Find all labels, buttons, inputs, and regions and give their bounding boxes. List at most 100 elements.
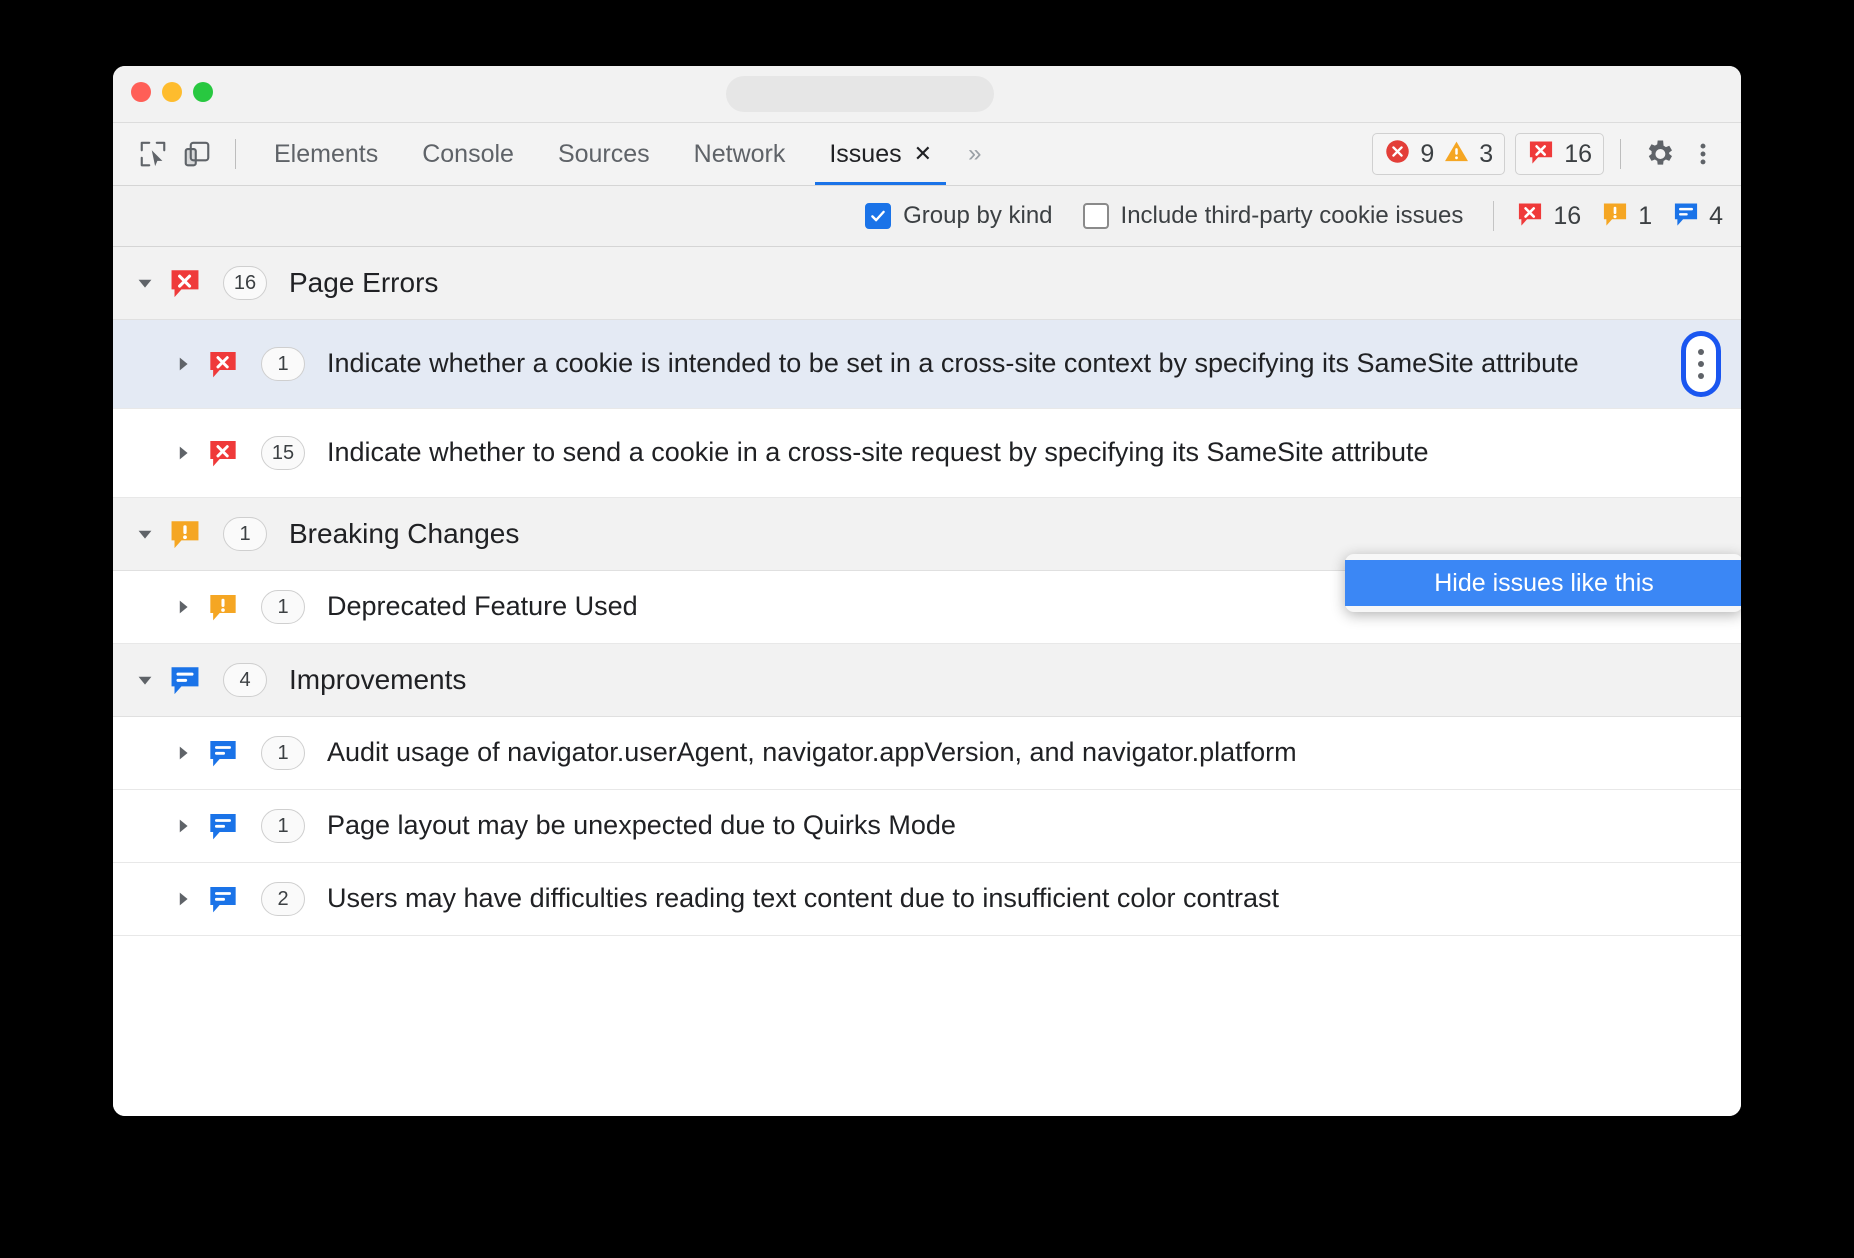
minimize-window-button[interactable] [162, 82, 182, 102]
dot [1698, 349, 1704, 355]
tab-issues[interactable]: Issues ✕ [807, 123, 954, 185]
more-tabs-icon[interactable]: » [954, 140, 993, 168]
filter-divider [1493, 201, 1494, 231]
console-counters[interactable]: 9 3 [1372, 133, 1505, 175]
issue-error-icon [205, 437, 241, 469]
checkbox-box[interactable] [865, 203, 891, 229]
chevron-right-icon[interactable] [169, 815, 197, 837]
issue-group-label: Page Errors [289, 267, 438, 299]
count-value: 1 [1638, 204, 1652, 229]
issue-improvement-icon [1672, 200, 1700, 233]
issue-count-badge: 1 [261, 736, 305, 770]
issue-breaking-icon [167, 517, 203, 551]
issue-count-badge: 1 [223, 517, 267, 551]
error-count: 9 [1420, 142, 1434, 167]
issue-group-label: Improvements [289, 664, 466, 696]
issue-title: Deprecated Feature Used [327, 589, 708, 625]
issue-error-icon [1527, 138, 1555, 171]
issues-counter[interactable]: 16 [1515, 133, 1604, 175]
checkbox-label: Include third-party cookie issues [1121, 202, 1464, 230]
filter-count-improvements[interactable]: 4 [1672, 200, 1723, 233]
issue-improvement-icon [205, 883, 241, 915]
issues-filter-bar: Group by kind Include third-party cookie… [113, 186, 1741, 247]
issue-count-badge: 4 [223, 663, 267, 697]
dot [1698, 361, 1704, 367]
issue-count-badge: 15 [261, 436, 305, 470]
issue-group-page-errors[interactable]: 16 Page Errors [113, 247, 1741, 320]
tab-network[interactable]: Network [672, 123, 808, 185]
checkbox-label: Group by kind [903, 202, 1052, 230]
checkbox-box[interactable] [1083, 203, 1109, 229]
toolbar-divider [235, 139, 236, 169]
issue-row-samesite-cross-site-context[interactable]: 1 Indicate whether a cookie is intended … [113, 320, 1741, 409]
tab-elements[interactable]: Elements [252, 123, 400, 185]
chevron-down-icon[interactable] [131, 669, 159, 691]
dot [1698, 373, 1704, 379]
chevron-down-icon[interactable] [131, 272, 159, 294]
tab-label: Console [422, 140, 514, 169]
issues-list: 16 Page Errors 1 Indicate whether a cook… [113, 247, 1741, 1116]
issue-count-badge: 1 [261, 347, 305, 381]
tab-label: Issues [829, 140, 901, 169]
issue-row-audit-navigator-usage[interactable]: 1 Audit usage of navigator.userAgent, na… [113, 717, 1741, 790]
issue-error-icon [167, 266, 203, 300]
gear-icon[interactable] [1637, 132, 1681, 176]
count-value: 4 [1709, 204, 1723, 229]
issue-row-insufficient-color-contrast[interactable]: 2 Users may have difficulties reading te… [113, 863, 1741, 936]
issue-title: Indicate whether to send a cookie in a c… [327, 435, 1499, 471]
chevron-right-icon[interactable] [169, 742, 197, 764]
warning-count: 3 [1479, 142, 1493, 167]
tab-sources[interactable]: Sources [536, 123, 672, 185]
maximize-window-button[interactable] [193, 82, 213, 102]
chevron-right-icon[interactable] [169, 596, 197, 618]
filter-count-errors[interactable]: 16 [1516, 200, 1581, 233]
issue-improvement-icon [167, 663, 203, 697]
tab-console[interactable]: Console [400, 123, 536, 185]
close-window-button[interactable] [131, 82, 151, 102]
toolbar-divider-2 [1620, 139, 1621, 169]
devtools-tabbar: Elements Console Sources Network Issues … [113, 123, 1741, 186]
menu-item-hide-issues-like-this[interactable]: Hide issues like this [1345, 560, 1741, 606]
issue-count-badge: 1 [261, 809, 305, 843]
warning-triangle-icon [1443, 138, 1470, 170]
issue-group-label: Breaking Changes [289, 518, 519, 550]
issue-error-icon [1516, 200, 1544, 233]
chevron-right-icon[interactable] [169, 442, 197, 464]
titlebar-search-field[interactable] [726, 76, 994, 112]
issue-title: Page layout may be unexpected due to Qui… [327, 808, 1026, 844]
panel-tabs: Elements Console Sources Network Issues … [252, 123, 993, 185]
issue-improvement-icon [205, 810, 241, 842]
device-toolbar-icon[interactable] [175, 132, 219, 176]
issue-row-quirks-mode-layout[interactable]: 1 Page layout may be unexpected due to Q… [113, 790, 1741, 863]
issue-title: Audit usage of navigator.userAgent, navi… [327, 735, 1367, 771]
window-titlebar: DevTools [113, 66, 1741, 123]
issue-improvement-icon [205, 737, 241, 769]
close-icon[interactable]: ✕ [914, 143, 932, 165]
filter-count-breaking[interactable]: 1 [1601, 200, 1652, 233]
kebab-menu-icon[interactable] [1681, 132, 1725, 176]
include-third-party-cookie-issues-checkbox[interactable]: Include third-party cookie issues [1083, 202, 1464, 230]
inspect-element-icon[interactable] [131, 132, 175, 176]
issue-kebab-menu-button[interactable] [1681, 331, 1721, 397]
issue-error-icon [205, 348, 241, 380]
issue-count-badge: 2 [261, 882, 305, 916]
context-menu: Hide issues like this [1345, 554, 1741, 612]
issue-count-badge: 16 [223, 266, 267, 300]
issue-row-samesite-cross-site-request[interactable]: 15 Indicate whether to send a cookie in … [113, 409, 1741, 498]
issue-title: Users may have difficulties reading text… [327, 881, 1349, 917]
tab-label: Network [694, 140, 786, 169]
issue-count-badge: 1 [261, 590, 305, 624]
issue-group-improvements[interactable]: 4 Improvements [113, 644, 1741, 717]
tab-label: Elements [274, 140, 378, 169]
traffic-lights [131, 82, 213, 102]
issue-breaking-icon [205, 591, 241, 623]
issue-breaking-icon [1601, 200, 1629, 233]
chevron-down-icon[interactable] [131, 523, 159, 545]
chevron-right-icon[interactable] [169, 888, 197, 910]
group-by-kind-checkbox[interactable]: Group by kind [865, 202, 1052, 230]
issues-count: 16 [1564, 142, 1592, 167]
chevron-right-icon[interactable] [169, 353, 197, 375]
count-value: 16 [1553, 204, 1581, 229]
tab-label: Sources [558, 140, 650, 169]
error-circle-icon [1384, 138, 1411, 170]
